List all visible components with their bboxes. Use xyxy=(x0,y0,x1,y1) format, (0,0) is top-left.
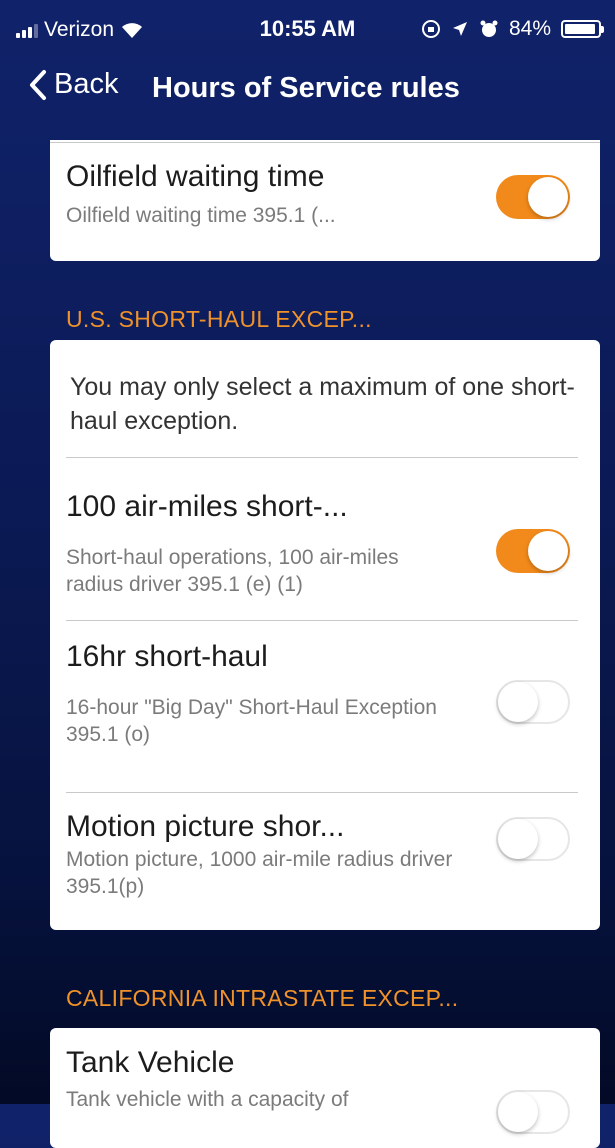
divider xyxy=(66,457,578,458)
oilfield-toggle[interactable] xyxy=(496,175,570,219)
chevron-left-icon xyxy=(30,69,46,100)
divider xyxy=(50,142,600,143)
row-subtitle: 16-hour "Big Day" Short-Haul Exception 3… xyxy=(66,696,437,746)
section-header-us-short-haul: U.S. SHORT-HAUL EXCEP... xyxy=(66,306,372,332)
row-subtitle: Motion picture, 1000 air-mile radius dri… xyxy=(66,848,453,898)
battery-icon xyxy=(561,20,604,38)
orientation-lock-icon xyxy=(421,20,440,38)
status-bar: Verizon 10:55 AM 84% xyxy=(0,0,615,62)
row-title: 100 air-miles short-... xyxy=(66,490,348,523)
status-right: 84% xyxy=(421,17,604,41)
toggle-16hr-short-haul[interactable] xyxy=(496,680,570,724)
us-short-haul-card: You may only select a maximum of one sho… xyxy=(50,340,600,930)
toggle-tank-vehicle[interactable] xyxy=(496,1090,570,1134)
california-card: Tank Vehicle Tank vehicle with a capacit… xyxy=(50,1028,600,1148)
row-subtitle: Short-haul operations, 100 air-miles rad… xyxy=(66,546,399,596)
short-haul-note: You may only select a maximum of one sho… xyxy=(70,373,575,435)
back-label: Back xyxy=(54,68,119,100)
location-icon xyxy=(452,22,467,36)
row-title: Tank Vehicle xyxy=(66,1046,235,1079)
alarm-icon xyxy=(480,20,498,37)
page-title: Hours of Service rules xyxy=(152,72,460,104)
oilfield-card: Oilfield waiting time Oilfield waiting t… xyxy=(50,140,600,261)
toggle-motion-picture[interactable] xyxy=(496,817,570,861)
toggle-100-air-miles[interactable] xyxy=(496,529,570,573)
divider xyxy=(66,792,578,793)
section-header-california: CALIFORNIA INTRASTATE EXCEP... xyxy=(66,985,459,1011)
battery-percent: 84% xyxy=(508,17,551,40)
divider xyxy=(66,620,578,621)
row-title: 16hr short-haul xyxy=(66,640,268,673)
navigation-bar: Back Hours of Service rules xyxy=(0,62,615,120)
back-button[interactable]: Back xyxy=(28,68,118,101)
